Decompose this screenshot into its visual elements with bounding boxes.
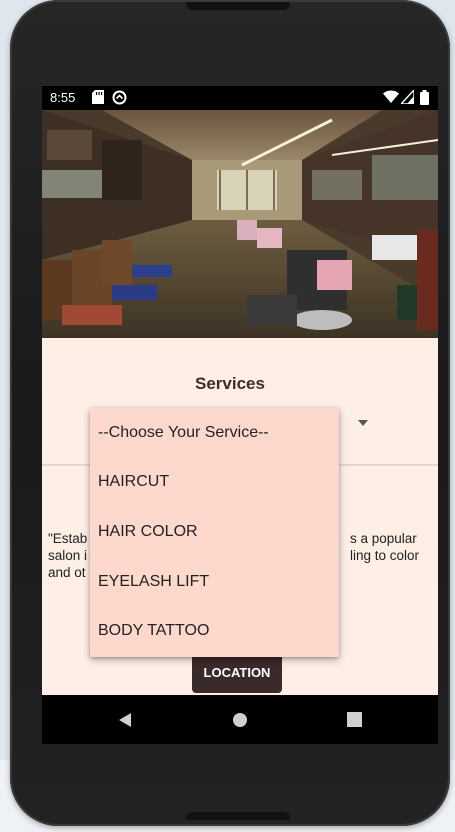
bottom-speaker [186, 812, 290, 820]
status-bar: 8:55 [42, 86, 438, 110]
hero-image-barbershop [42, 110, 438, 338]
status-time: 8:55 [50, 90, 76, 105]
dropdown-option-choose[interactable]: --Choose Your Service-- [90, 408, 339, 458]
back-button[interactable] [95, 695, 155, 744]
back-icon [119, 712, 131, 727]
dropdown-option-haircut[interactable]: HAIRCUT [90, 458, 339, 508]
home-button[interactable] [210, 695, 270, 744]
wifi-icon [383, 90, 399, 107]
services-title: Services [195, 374, 265, 393]
top-speaker [186, 2, 290, 10]
signal-icon [399, 88, 415, 107]
sync-icon [112, 90, 127, 108]
sd-card-icon [92, 90, 104, 107]
dropdown-option-body-tattoo[interactable]: BODY TATTOO [90, 606, 339, 656]
app-content: Services "Estab s a popular salon i ling… [42, 110, 438, 695]
service-dropdown-menu: --Choose Your Service-- HAIRCUT HAIR COL… [90, 408, 339, 657]
about-line2-right: ling to color [350, 548, 420, 563]
about-line1-left: "Estab [48, 531, 88, 546]
recents-button[interactable] [324, 695, 384, 744]
location-button[interactable]: LOCATION [192, 652, 282, 693]
about-line1-right: s a popular [350, 531, 417, 546]
recents-icon [346, 712, 362, 727]
about-line3-left: and ot [48, 565, 86, 580]
about-line2-left: salon i [48, 548, 88, 563]
dropdown-option-hair-color[interactable]: HAIR COLOR [90, 507, 339, 557]
navigation-bar [42, 695, 438, 744]
home-icon [233, 712, 247, 727]
dropdown-arrow-icon[interactable] [358, 420, 368, 426]
battery-icon [420, 90, 429, 108]
phone-screen: 8:55 Services "Estab s a popular salon i… [42, 86, 438, 744]
phone-frame: 8:55 Services "Estab s a popular salon i… [10, 0, 450, 826]
dropdown-option-eyelash-lift[interactable]: EYELASH LIFT [90, 557, 339, 607]
